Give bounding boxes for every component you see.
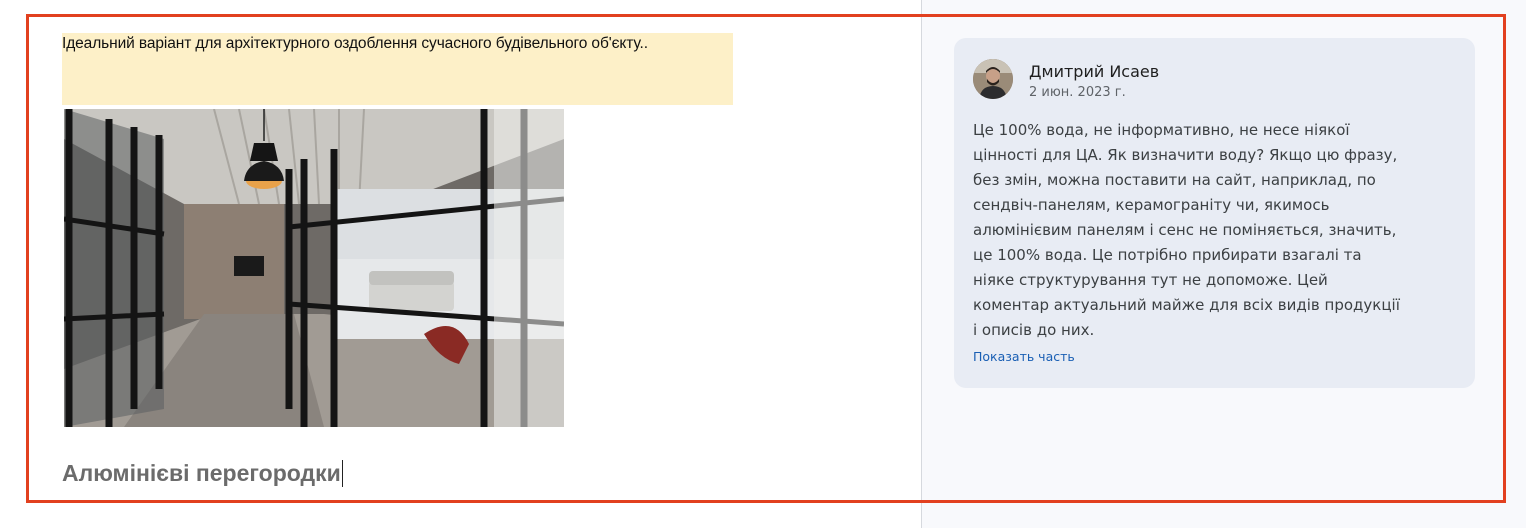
document-canvas[interactable]: Ідеальний варіант для архітектурного озд… (0, 0, 921, 528)
comment-line: алюмінієвим панелям і сенс не поміняєтьс… (973, 221, 1397, 239)
section-heading-text: Алюмінієві перегородки (62, 460, 341, 486)
highlighted-paragraph[interactable]: Ідеальний варіант для архітектурного озд… (62, 35, 742, 53)
text-cursor (341, 460, 344, 487)
comment-line: сендвіч-панелям, керамограніту чи, якимо… (973, 196, 1330, 214)
comment-card[interactable]: Дмитрий Исаев 2 июн. 2023 г. Це 100% вод… (954, 38, 1475, 388)
comment-line: без змін, можна поставити на сайт, напри… (973, 171, 1376, 189)
comment-date: 2 июн. 2023 г. (1029, 85, 1126, 100)
comment-line: коментар актуальний майже для всіх видів… (973, 296, 1400, 314)
office-interior-image[interactable] (64, 109, 564, 427)
show-more-link[interactable]: Показать часть (973, 349, 1075, 364)
comment-body: Це 100% вода, не інформативно, не несе н… (973, 118, 1453, 343)
author-avatar[interactable] (973, 59, 1013, 99)
comment-author: Дмитрий Исаев (1029, 62, 1160, 81)
comment-line: це 100% вода. Це потрібно прибирати взаг… (973, 246, 1362, 264)
section-heading[interactable]: Алюмінієві перегородки (62, 460, 344, 487)
comment-line: цінності для ЦА. Як визначити воду? Якщо… (973, 146, 1398, 164)
comment-line: Це 100% вода, не інформативно, не несе н… (973, 121, 1350, 139)
comment-line: і описів до них. (973, 321, 1095, 339)
comment-line: ніяке структурування тут не допоможе. Це… (973, 271, 1328, 289)
